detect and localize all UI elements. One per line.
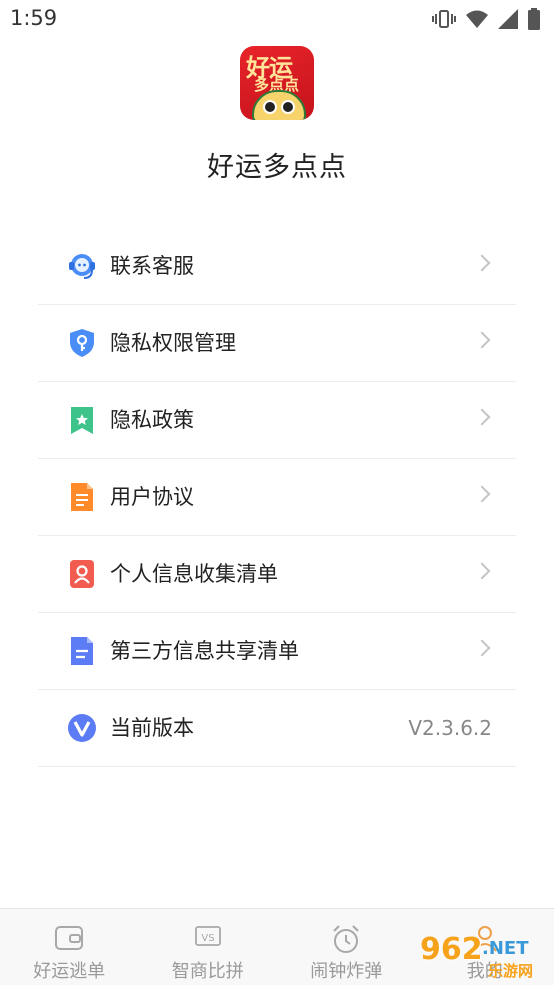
menu-item-customer-service[interactable]: 联系客服 <box>38 228 516 305</box>
app-logo: 好运 多点点 <box>240 46 314 120</box>
vibrate-icon <box>432 9 456 29</box>
svg-text:VS: VS <box>201 933 214 944</box>
lion-eye-left <box>263 100 277 114</box>
chevron-right-icon <box>474 409 491 426</box>
chevron-right-icon <box>474 640 491 657</box>
headset-icon <box>66 250 98 282</box>
v-logo-icon <box>66 712 98 744</box>
status-icons <box>432 8 540 30</box>
watermark-suffix: .NET <box>482 938 528 959</box>
tab-zhishang-bipin[interactable]: VS 智商比拼 <box>139 909 278 985</box>
menu-item-label: 个人信息收集清单 <box>110 536 278 612</box>
menu-item-label: 用户协议 <box>110 459 194 535</box>
person-card-icon <box>66 558 98 590</box>
vs-icon: VS <box>193 923 223 949</box>
menu-item-label: 隐私权限管理 <box>110 305 236 381</box>
status-time: 1:59 <box>10 6 57 30</box>
chevron-right-icon <box>474 332 491 349</box>
signal-icon <box>498 9 518 29</box>
menu-item-user-agreement[interactable]: 用户协议 <box>38 459 516 536</box>
tab-label: 智商比拼 <box>139 957 278 983</box>
chevron-right-icon <box>474 563 491 580</box>
lion-eye-right <box>281 100 295 114</box>
menu-item-privacy-permissions[interactable]: 隐私权限管理 <box>38 305 516 382</box>
site-watermark: 962 .NET 乐游网 <box>420 930 552 982</box>
app-name: 好运多点点 <box>0 145 554 184</box>
version-value: V2.3.6.2 <box>408 690 492 766</box>
tab-label: 闹钟炸弹 <box>277 957 416 983</box>
menu-item-personal-info-list[interactable]: 个人信息收集清单 <box>38 536 516 613</box>
menu-item-current-version: 当前版本 V2.3.6.2 <box>38 690 516 767</box>
tab-haoyun-taodan[interactable]: 好运逃单 <box>0 909 139 985</box>
wallet-icon <box>53 923 85 953</box>
file-lines-icon <box>66 635 98 667</box>
tab-naozhong-zhadan[interactable]: 闹钟炸弹 <box>277 909 416 985</box>
menu-item-label: 第三方信息共享清单 <box>110 613 299 689</box>
menu-item-privacy-policy[interactable]: 隐私政策 <box>38 382 516 459</box>
menu-item-label: 隐私政策 <box>110 382 194 458</box>
chevron-right-icon <box>474 486 491 503</box>
alarm-clock-icon <box>330 923 362 955</box>
wifi-icon <box>466 9 488 29</box>
version-label: 当前版本 <box>110 690 194 766</box>
battery-icon <box>528 8 540 30</box>
watermark-brand: 962 <box>420 932 483 967</box>
menu-item-label: 联系客服 <box>110 228 194 304</box>
shield-key-icon <box>66 327 98 359</box>
tab-label: 好运逃单 <box>0 957 139 983</box>
menu-item-third-party-sharing-list[interactable]: 第三方信息共享清单 <box>38 613 516 690</box>
chevron-right-icon <box>474 255 491 272</box>
status-bar: 1:59 <box>0 0 554 38</box>
settings-menu: 联系客服 隐私权限管理 隐私政策 用户协议 <box>38 228 516 767</box>
bookmark-star-icon <box>66 404 98 436</box>
document-icon <box>66 481 98 513</box>
watermark-subtitle: 乐游网 <box>488 960 533 981</box>
